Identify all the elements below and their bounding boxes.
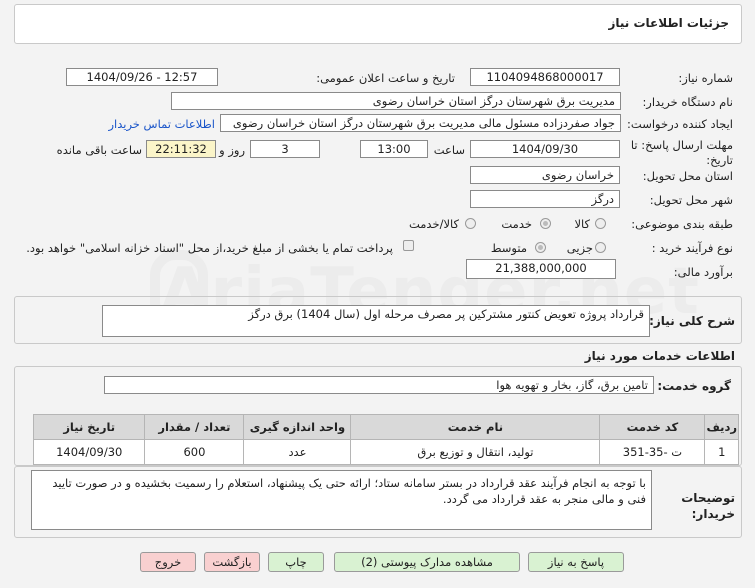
city-field: درگز	[470, 190, 620, 208]
cell-name: تولید، انتقال و توزیع برق	[350, 439, 601, 465]
category-option-both: کالا/خدمت	[408, 217, 459, 231]
deadline-label: مهلت ارسال پاسخ: تا تاریخ:	[630, 138, 733, 167]
province-label: استان محل تحویل:	[642, 169, 733, 183]
budget-label: برآورد مالی:	[673, 265, 733, 279]
buyer-notes-textarea[interactable]: با توجه به انجام فرآیند عقد قرارداد در ب…	[31, 470, 652, 530]
cell-date: 1404/09/30	[32, 439, 146, 465]
category-radio-service[interactable]	[540, 218, 551, 229]
attachments-button[interactable]: مشاهده مدارک پیوستی (2)	[334, 552, 520, 572]
payment-note: پرداخت تمام یا بخشی از مبلغ خرید،از محل …	[26, 241, 393, 255]
category-radio-both[interactable]	[465, 218, 476, 229]
announce-field: 1404/09/26 - 12:57	[66, 68, 218, 86]
services-table: ردیف کد خدمت نام خدمت واحد اندازه گیری ت…	[32, 414, 739, 465]
need-number-field: 1104094868000017	[470, 68, 620, 86]
budget-field: 21,388,000,000	[466, 259, 616, 279]
cell-unit: عدد	[243, 439, 352, 465]
category-label: طبقه بندی موضوعی:	[631, 217, 733, 231]
days-label: روز و	[219, 143, 245, 157]
header-bar: جزئیات اطلاعات نیاز	[14, 4, 742, 44]
services-table-header: ردیف کد خدمت نام خدمت واحد اندازه گیری ت…	[32, 414, 739, 440]
process-radio-minor[interactable]	[595, 242, 606, 253]
reply-button[interactable]: پاسخ به نیاز	[528, 552, 624, 572]
category-option-goods: کالا	[574, 217, 590, 231]
remaining-time-field: 22:11:32	[146, 140, 216, 158]
deadline-time-field: 13:00	[360, 140, 428, 158]
process-radio-medium[interactable]	[535, 242, 546, 253]
cell-qty: 600	[144, 439, 245, 465]
category-option-service: خدمت	[501, 217, 532, 231]
col-row: ردیف	[704, 414, 739, 440]
cell-row: 1	[704, 439, 739, 465]
col-code: کد خدمت	[599, 414, 706, 440]
print-button[interactable]: چاپ	[268, 552, 324, 572]
col-name: نام خدمت	[350, 414, 601, 440]
services-title: اطلاعات خدمات مورد نیاز	[584, 349, 735, 363]
process-option-minor: جزیی	[566, 241, 593, 255]
announce-label: تاریخ و ساعت اعلان عمومی:	[316, 71, 455, 85]
page-title: جزئیات اطلاعات نیاز	[608, 16, 729, 30]
category-radio-goods[interactable]	[595, 218, 606, 229]
province-field: خراسان رضوی	[470, 166, 620, 184]
col-qty: تعداد / مقدار	[144, 414, 245, 440]
need-number-label: شماره نیاز:	[678, 71, 733, 85]
process-option-medium: متوسط	[490, 241, 527, 255]
buyer-org-label: نام دستگاه خریدار:	[642, 95, 733, 109]
cell-code: ت -35-351	[599, 439, 706, 465]
table-row: 1 ت -35-351 تولید، انتقال و توزیع برق عد…	[32, 439, 739, 465]
contact-buyer-link[interactable]: اطلاعات تماس خریدار	[108, 117, 215, 131]
deadline-date-field: 1404/09/30	[470, 140, 620, 158]
exit-button[interactable]: خروج	[140, 552, 196, 572]
col-unit: واحد اندازه گیری	[243, 414, 352, 440]
remaining-label: ساعت باقی مانده	[56, 143, 142, 157]
summary-label: شرح کلی نیاز:	[649, 314, 735, 328]
payment-checkbox[interactable]	[403, 240, 414, 251]
city-label: شهر محل تحویل:	[649, 193, 733, 207]
time-label: ساعت	[433, 143, 465, 157]
service-group-field: تامین برق، گاز، بخار و تهویه هوا	[104, 376, 654, 394]
days-field: 3	[250, 140, 320, 158]
creator-label: ایجاد کننده درخواست:	[627, 117, 733, 131]
process-label: نوع فرآیند خرید :	[651, 241, 733, 255]
summary-textarea[interactable]: قرارداد پروژه تعویض کنتور مشترکین پر مصر…	[102, 305, 650, 337]
buyer-notes-label: توضیحات خریدار:	[681, 491, 735, 521]
service-group-label: گروه خدمت:	[657, 379, 731, 393]
col-date: تاریخ نیاز	[32, 414, 146, 440]
creator-field: جواد صفردزاده مسئول مالی مدیریت برق شهرس…	[220, 114, 621, 132]
back-button[interactable]: بازگشت	[204, 552, 260, 572]
buyer-org-field: مدیریت برق شهرستان درگز استان خراسان رضو…	[171, 92, 621, 110]
